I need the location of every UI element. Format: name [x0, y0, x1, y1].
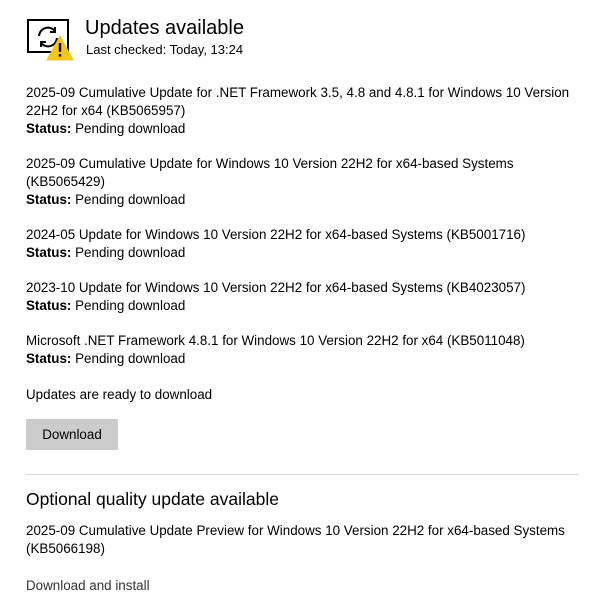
update-title: 2023-10 Update for Windows 10 Version 22…	[26, 280, 526, 295]
list-item: 2025-09 Cumulative Update for Windows 10…	[26, 155, 571, 209]
ready-to-download-text: Updates are ready to download	[26, 387, 213, 402]
updates-header: Updates available Last checked: Today, 1…	[24, 12, 564, 62]
list-item: 2023-10 Update for Windows 10 Version 22…	[26, 279, 571, 315]
status-value: Pending download	[75, 245, 186, 260]
update-status: Status: Pending download	[26, 244, 571, 262]
status-label: Status:	[26, 121, 72, 136]
download-and-install-link[interactable]: Download and install	[26, 577, 150, 595]
status-label: Status:	[26, 192, 72, 207]
status-value: Pending download	[75, 121, 186, 136]
update-status: Status: Pending download	[26, 297, 571, 315]
update-status: Status: Pending download	[26, 191, 571, 209]
update-status: Status: Pending download	[26, 350, 571, 368]
download-button[interactable]: Download	[26, 419, 118, 450]
status-label: Status:	[26, 351, 72, 366]
sync-warning-icon	[24, 14, 76, 62]
update-title: Microsoft .NET Framework 4.8.1 for Windo…	[26, 333, 525, 348]
last-checked-text: Last checked: Today, 13:24	[86, 42, 244, 57]
status-value: Pending download	[75, 298, 186, 313]
page-title: Updates available	[85, 17, 244, 39]
section-divider	[26, 474, 579, 475]
list-item: 2024-05 Update for Windows 10 Version 22…	[26, 226, 571, 262]
updates-list: 2025-09 Cumulative Update for .NET Frame…	[26, 84, 571, 385]
list-item: Microsoft .NET Framework 4.8.1 for Windo…	[26, 332, 571, 368]
status-value: Pending download	[75, 192, 186, 207]
update-title: 2024-05 Update for Windows 10 Version 22…	[26, 227, 526, 242]
status-label: Status:	[26, 245, 72, 260]
optional-update-heading: Optional quality update available	[26, 489, 279, 509]
update-title: 2025-09 Cumulative Update for Windows 10…	[26, 156, 514, 189]
list-item: 2025-09 Cumulative Update for .NET Frame…	[26, 84, 571, 138]
update-title: 2025-09 Cumulative Update for .NET Frame…	[26, 85, 570, 118]
status-label: Status:	[26, 298, 72, 313]
status-value: Pending download	[75, 351, 186, 366]
optional-update-title: 2025-09 Cumulative Update Preview for Wi…	[26, 523, 565, 556]
update-status: Status: Pending download	[26, 120, 571, 138]
